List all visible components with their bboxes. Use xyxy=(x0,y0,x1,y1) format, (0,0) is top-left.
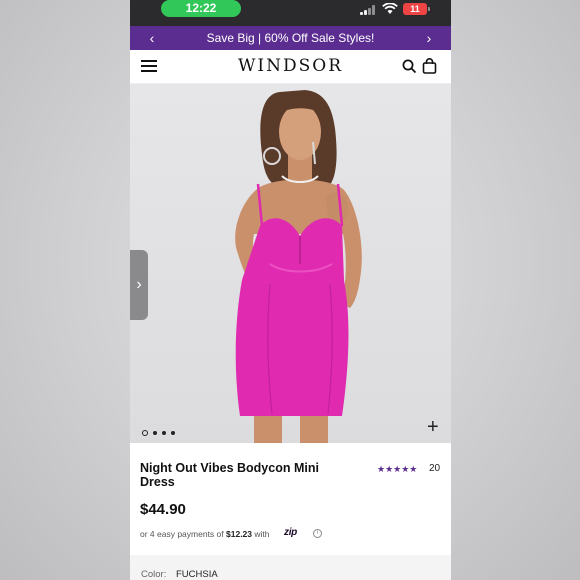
installments-with: with xyxy=(254,529,270,539)
rating-stars-icon[interactable]: ★★★★★ xyxy=(377,464,417,475)
carousel-next-button[interactable]: › xyxy=(130,250,148,320)
product-image[interactable]: › + xyxy=(130,84,451,443)
carousel-dot[interactable] xyxy=(153,430,157,435)
search-icon[interactable] xyxy=(402,59,417,74)
promo-text[interactable]: Save Big | 60% Off Sale Styles! xyxy=(207,31,375,45)
carousel-dot[interactable] xyxy=(142,429,148,436)
review-count[interactable]: 20 xyxy=(429,463,440,474)
signal-icon xyxy=(360,5,378,15)
site-header: WINDSOR xyxy=(130,50,451,84)
installments-text: or 4 easy payments of $12.23 with xyxy=(140,529,270,539)
battery-icon: 11 xyxy=(403,3,430,15)
zip-logo[interactable]: zip xyxy=(284,527,297,538)
installment-amount: $12.23 xyxy=(226,529,253,539)
product-title: Night Out Vibes Bodycon Mini Dress xyxy=(140,461,319,489)
color-label: Color: xyxy=(141,569,167,580)
status-bar: 12:22 11 xyxy=(130,0,451,26)
chevron-left-icon[interactable]: ‹ xyxy=(142,26,162,50)
installments-prefix: or 4 easy payments of xyxy=(140,529,224,539)
model-photo xyxy=(235,90,362,443)
color-selector: Color: FUCHSIA xyxy=(130,555,451,580)
info-icon[interactable]: i xyxy=(313,529,322,538)
promo-banner[interactable]: ‹ Save Big | 60% Off Sale Styles! › xyxy=(130,26,451,50)
carousel-dot[interactable] xyxy=(162,430,166,435)
shopping-bag-icon[interactable] xyxy=(422,58,437,74)
color-value: FUCHSIA xyxy=(176,569,218,580)
status-time: 12:22 xyxy=(161,0,241,17)
product-price: $44.90 xyxy=(140,501,186,518)
zoom-plus-icon[interactable]: + xyxy=(427,417,439,437)
chevron-right-icon[interactable]: › xyxy=(419,26,439,50)
carousel-dots xyxy=(142,424,180,442)
phone-screen: 12:22 11 ‹ Save Big | 60% Off Sale Style… xyxy=(130,0,451,580)
product-info: Night Out Vibes Bodycon Mini Dress ★★★★★… xyxy=(130,443,451,555)
battery-level: 11 xyxy=(410,4,420,14)
carousel-dot[interactable] xyxy=(171,430,175,435)
wifi-icon xyxy=(382,3,398,14)
